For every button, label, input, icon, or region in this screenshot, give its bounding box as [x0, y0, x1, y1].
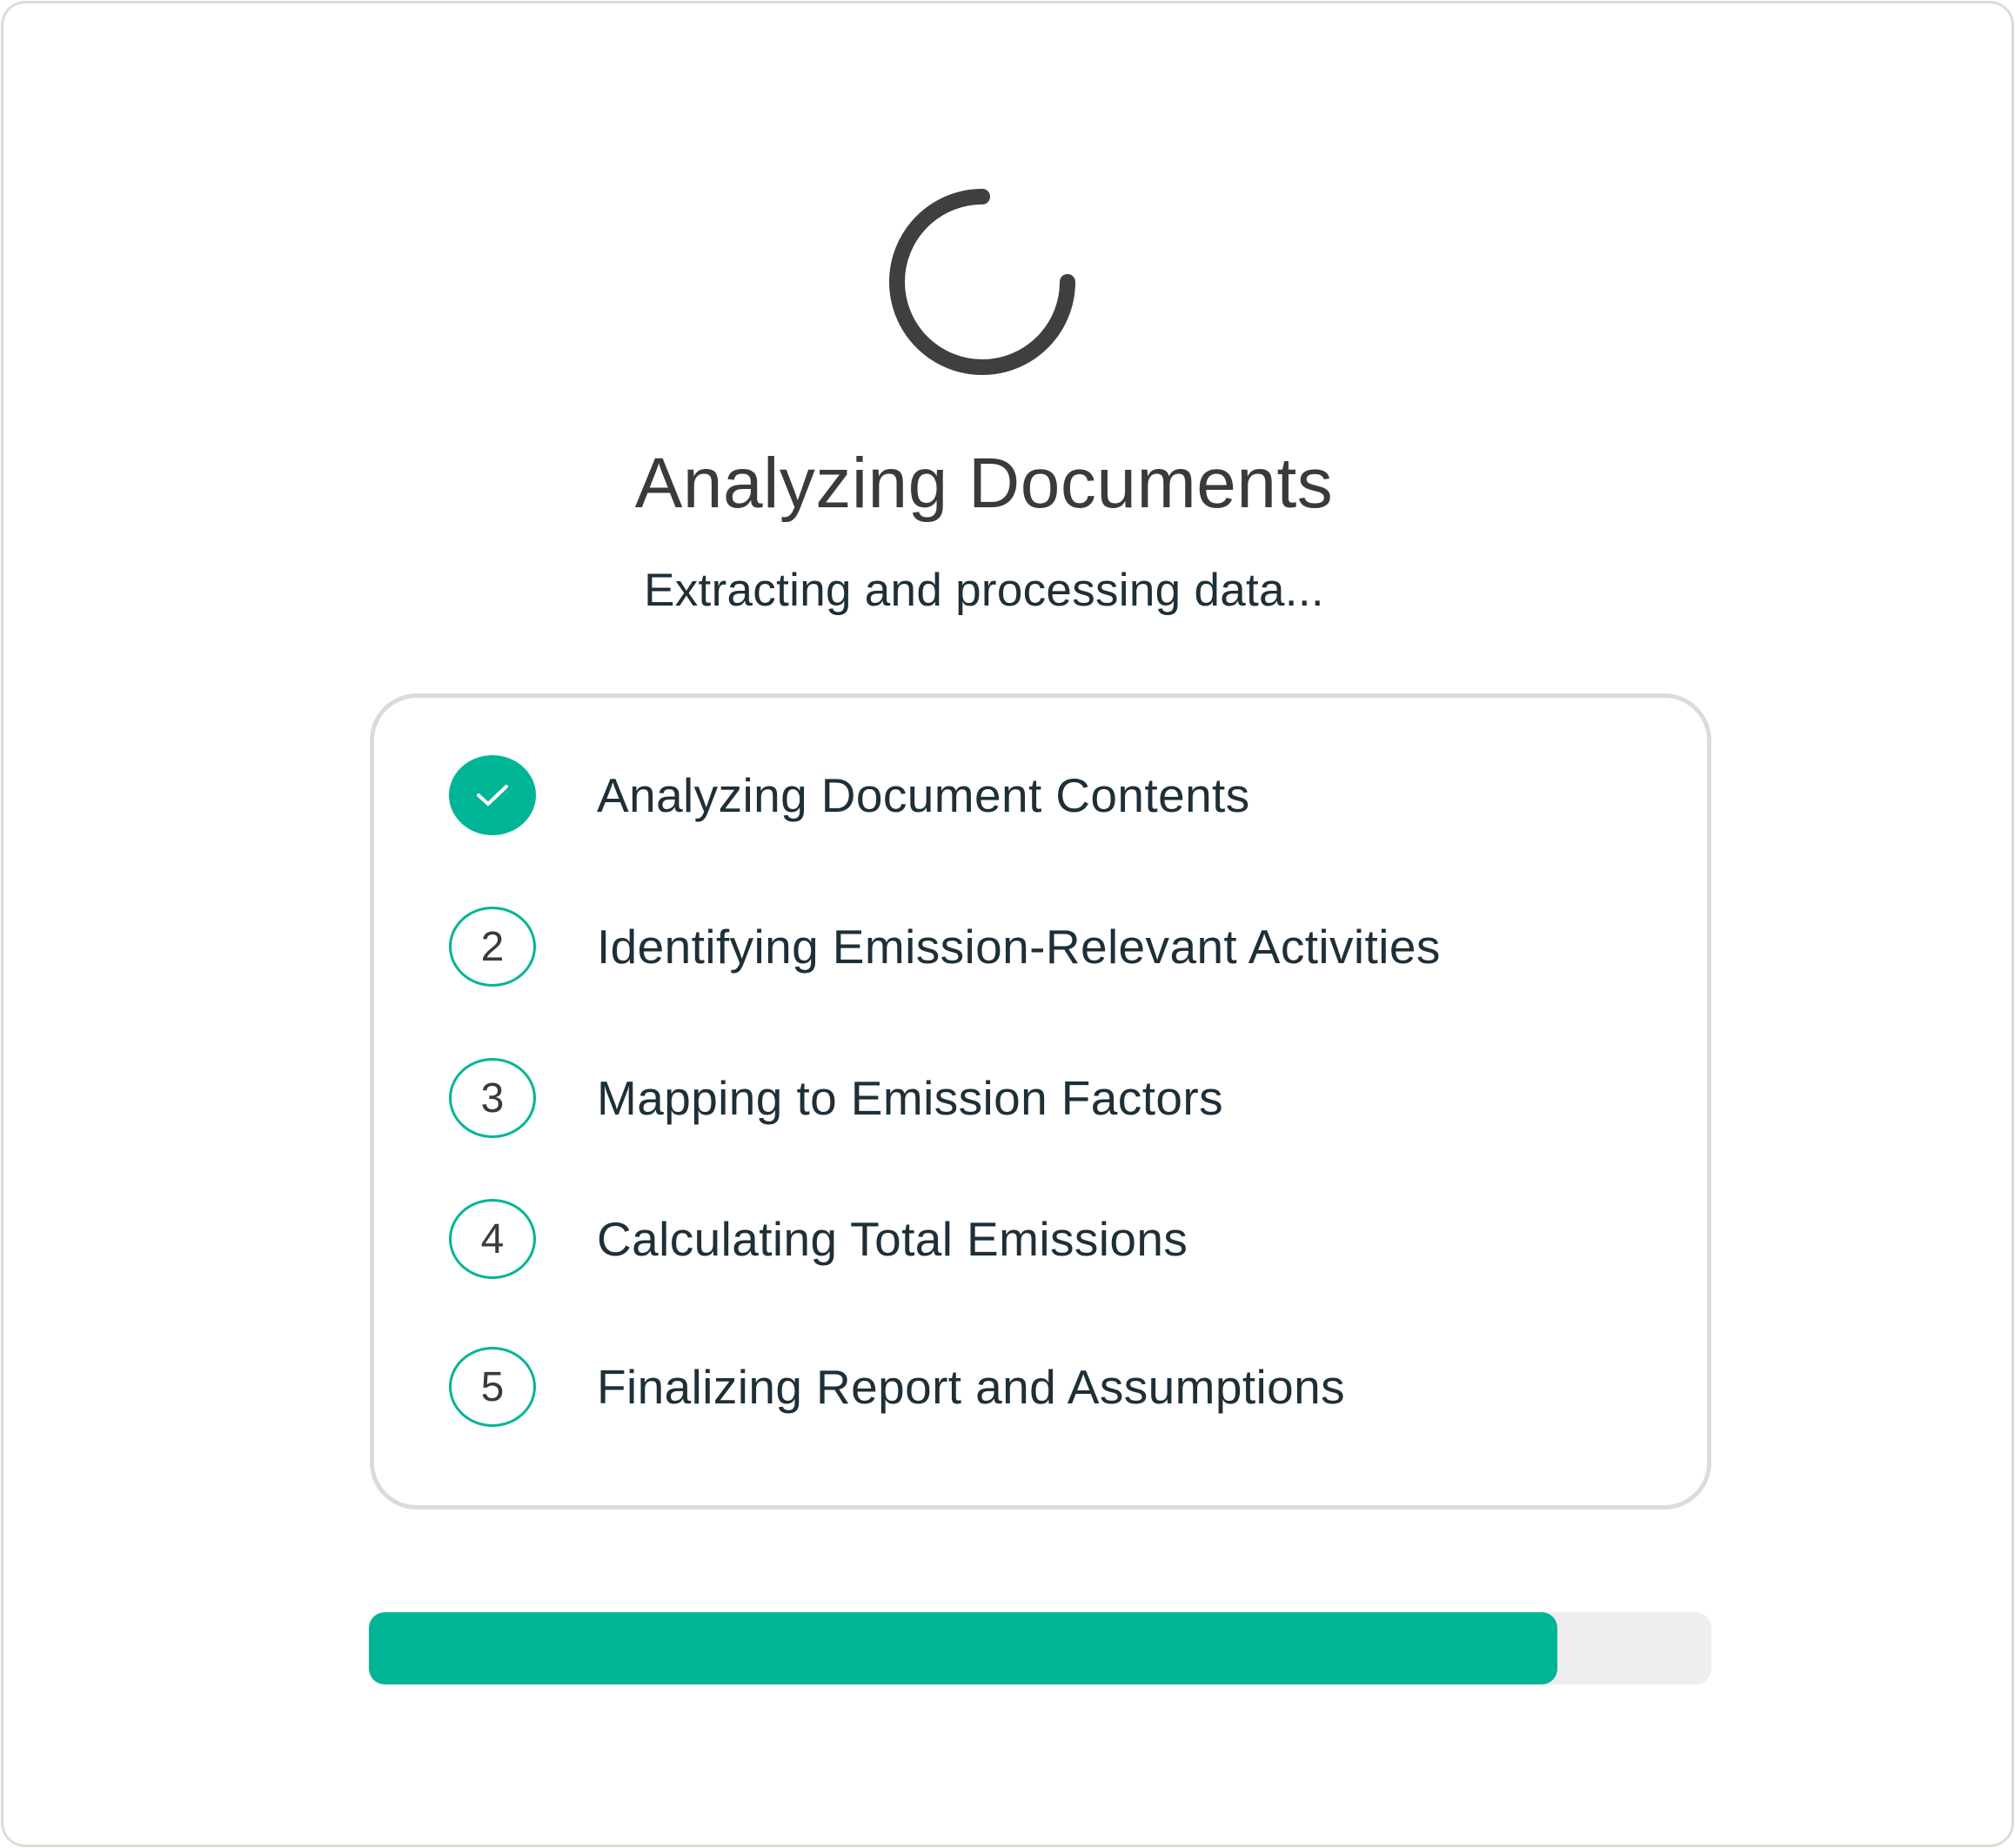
step-number-badge: 5: [449, 1347, 536, 1427]
progress-bar-fill: [369, 1612, 1557, 1684]
page-subtitle: Extracting and processing data...: [644, 565, 1324, 616]
page-title: Analyzing Documents: [634, 444, 1334, 523]
step-marker-completed: [449, 755, 536, 835]
step-number-badge: 4: [449, 1199, 536, 1279]
steps-list: Analyzing Document Contents 2 Identifyin…: [370, 693, 1711, 1510]
step-item-1: Analyzing Document Contents: [449, 752, 1250, 839]
progress-bar: [369, 1612, 1711, 1684]
step-item-3: 3 Mapping to Emission Factors: [449, 1055, 1223, 1142]
loading-spinner-icon: [889, 189, 1075, 375]
step-label: Identifying Emission-Relevant Activities: [597, 920, 1441, 974]
step-item-5: 5 Finalizing Report and Assumptions: [449, 1343, 1345, 1430]
step-item-4: 4 Calculating Total Emissions: [449, 1195, 1188, 1282]
step-label: Mapping to Emission Factors: [597, 1071, 1223, 1125]
step-number-badge: 2: [449, 907, 536, 987]
analysis-dialog: Analyzing Documents Extracting and proce…: [1, 1, 2014, 1847]
step-label: Finalizing Report and Assumptions: [597, 1360, 1346, 1414]
step-label: Analyzing Document Contents: [597, 768, 1250, 822]
step-item-2: 2 Identifying Emission-Relevant Activiti…: [449, 903, 1441, 990]
step-label: Calculating Total Emissions: [597, 1212, 1188, 1266]
check-icon: [477, 785, 508, 806]
step-number-badge: 3: [449, 1058, 536, 1138]
